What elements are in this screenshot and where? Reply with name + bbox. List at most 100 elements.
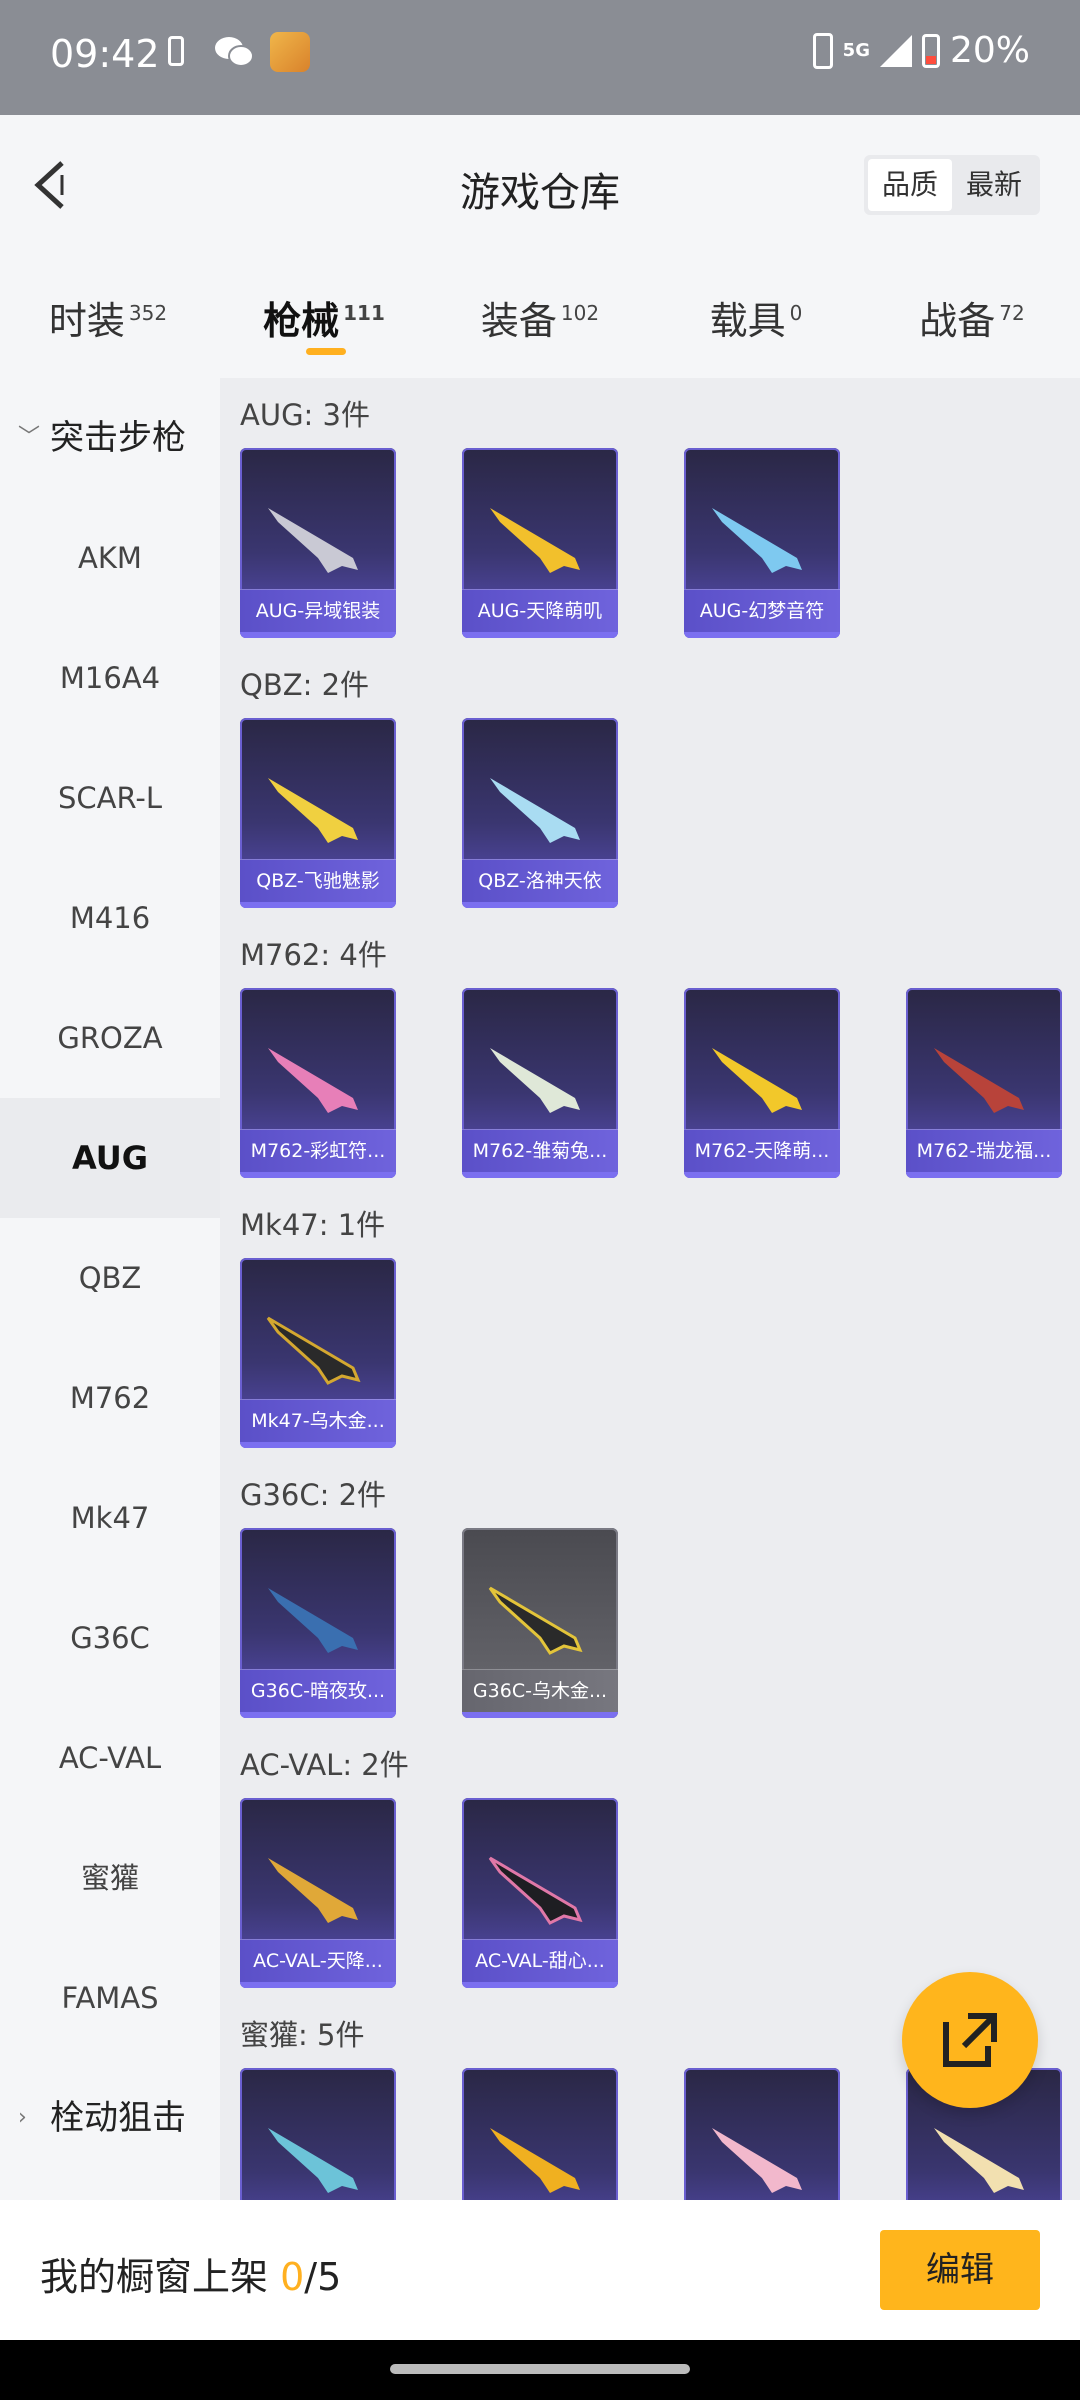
sidebar-item-ac-val[interactable]: AC-VAL bbox=[0, 1698, 220, 1818]
skin-name: AUG-异域银装 bbox=[240, 589, 396, 632]
gun-image bbox=[488, 1586, 583, 1655]
group-title-mk47: Mk47: 1件 bbox=[240, 1208, 386, 1242]
sidebar-item-honey-badger[interactable]: 蜜獾 bbox=[0, 1818, 220, 1938]
sort-toggle: 品质 最新 bbox=[863, 155, 1040, 215]
skin-card[interactable] bbox=[462, 2068, 618, 2200]
tab-equipment[interactable]: 装备 102 bbox=[440, 260, 640, 378]
share-button[interactable] bbox=[902, 1972, 1038, 2108]
skin-name: M762-雏菊兔... bbox=[462, 1129, 618, 1172]
sort-quality[interactable]: 品质 bbox=[867, 159, 952, 211]
skin-card[interactable]: AUG-幻梦音符 bbox=[684, 448, 840, 638]
gun-image bbox=[268, 778, 358, 843]
group-title-honey-badger: 蜜獾: 5件 bbox=[240, 2018, 365, 2052]
chevron-down-icon: ﹀ bbox=[18, 425, 41, 450]
gun-image bbox=[268, 1858, 358, 1923]
skin-name: G36C-乌木金... bbox=[462, 1669, 618, 1712]
skin-card[interactable]: M762-瑞龙福... bbox=[906, 988, 1062, 1178]
skin-card[interactable]: M762-天降萌... bbox=[684, 988, 840, 1178]
gun-image bbox=[266, 1316, 361, 1385]
skin-card[interactable]: AC-VAL-天降... bbox=[240, 1798, 396, 1988]
skin-card[interactable] bbox=[240, 2068, 396, 2200]
active-tab-indicator bbox=[306, 348, 346, 355]
skin-name: G36C-暗夜玫... bbox=[240, 1669, 396, 1712]
group-title-ac-val: AC-VAL: 2件 bbox=[240, 1748, 409, 1782]
skin-card[interactable]: AUG-天降萌叽 bbox=[462, 448, 618, 638]
tab-vehicles[interactable]: 载具 0 bbox=[656, 260, 856, 378]
share-icon bbox=[943, 2013, 997, 2067]
sidebar-item-famas[interactable]: FAMAS bbox=[0, 1938, 220, 2058]
signal-icon bbox=[879, 34, 912, 67]
system-nav-bar bbox=[0, 2340, 1080, 2400]
wechat-icon bbox=[214, 34, 254, 74]
skin-card[interactable]: G36C-暗夜玫... bbox=[240, 1528, 396, 1718]
bottom-bar: 我的橱窗上架 0/5 编辑 bbox=[0, 2200, 1080, 2340]
gun-image bbox=[268, 508, 358, 573]
sidebar-item-mk47[interactable]: Mk47 bbox=[0, 1458, 220, 1578]
skin-card[interactable]: M762-彩虹符... bbox=[240, 988, 396, 1178]
skin-card[interactable]: Mk47-乌木金... bbox=[240, 1258, 396, 1448]
skin-card[interactable] bbox=[684, 2068, 840, 2200]
group-title-qbz: QBZ: 2件 bbox=[240, 668, 370, 702]
header: 游戏仓库 品质 最新 bbox=[0, 115, 1080, 260]
sidebar-item-groza[interactable]: GROZA bbox=[0, 978, 220, 1098]
status-right: 5G 20% bbox=[812, 30, 1030, 71]
gun-image bbox=[712, 1048, 802, 1113]
skin-card[interactable]: M762-雏菊兔... bbox=[462, 988, 618, 1178]
gun-image bbox=[488, 1856, 583, 1925]
skin-name: AUG-天降萌叽 bbox=[462, 589, 618, 632]
sidebar-item-m762[interactable]: M762 bbox=[0, 1338, 220, 1458]
gun-image bbox=[490, 778, 580, 843]
sort-latest[interactable]: 最新 bbox=[952, 159, 1036, 211]
shelf-status: 我的橱窗上架 0/5 bbox=[40, 2255, 342, 2299]
edit-button[interactable]: 编辑 bbox=[880, 2230, 1040, 2310]
app-notification-icon bbox=[270, 32, 310, 72]
group-title-g36c: G36C: 2件 bbox=[240, 1478, 387, 1512]
sidebar-item-m16a4[interactable]: M16A4 bbox=[0, 618, 220, 738]
skin-card[interactable]: QBZ-洛神天依 bbox=[462, 718, 618, 908]
skin-name: AC-VAL-甜心... bbox=[462, 1939, 618, 1982]
battery-icon bbox=[921, 33, 940, 68]
chevron-right-icon: › bbox=[18, 2105, 27, 2130]
skin-card[interactable]: QBZ-飞驰魅影 bbox=[240, 718, 396, 908]
sidebar-item-aug[interactable]: AUG bbox=[0, 1098, 220, 1218]
sidebar-item-akm[interactable]: AKM bbox=[0, 498, 220, 618]
category-tabs: 时装 352 枪械 111 装备 102 载具 0 战备 72 bbox=[0, 260, 1080, 378]
weapon-grid: AUG: 3件 AUG-异域银装 AUG-天降萌叽 AUG-幻梦音符 QBZ: … bbox=[220, 378, 1080, 2200]
weapon-sidebar: ﹀ 突击步枪 AKM M16A4 SCAR-L M416 GROZA AUG Q… bbox=[0, 378, 220, 2200]
skin-name: M762-天降萌... bbox=[684, 1129, 840, 1172]
skin-name: M762-彩虹符... bbox=[240, 1129, 396, 1172]
sidebar-item-scar-l[interactable]: SCAR-L bbox=[0, 738, 220, 858]
skin-card[interactable]: G36C-乌木金... bbox=[462, 1528, 618, 1718]
gun-image bbox=[934, 1048, 1024, 1113]
skin-card[interactable]: AC-VAL-甜心... bbox=[462, 1798, 618, 1988]
sidebar-item-m416[interactable]: M416 bbox=[0, 858, 220, 978]
skin-card[interactable]: AUG-异域银装 bbox=[240, 448, 396, 638]
network-type: 5G bbox=[842, 39, 870, 61]
status-bar: 09:42 5G 20% bbox=[0, 0, 1080, 115]
tab-weapons[interactable]: 枪械 111 bbox=[224, 260, 424, 378]
battery-small-icon bbox=[168, 36, 184, 66]
home-gesture-pill[interactable] bbox=[390, 2364, 690, 2374]
sidebar-group-bolt-snipers[interactable]: › 栓动狙击 bbox=[0, 2058, 220, 2178]
skin-name: AC-VAL-天降... bbox=[240, 1939, 396, 1982]
gun-image bbox=[268, 2128, 358, 2193]
sidebar-item-g36c[interactable]: G36C bbox=[0, 1578, 220, 1698]
sidebar-item-qbz[interactable]: QBZ bbox=[0, 1218, 220, 1338]
shelf-total: /5 bbox=[304, 2255, 342, 2299]
skin-name: QBZ-洛神天依 bbox=[462, 859, 618, 902]
tab-supplies[interactable]: 战备 72 bbox=[872, 260, 1072, 378]
gun-image bbox=[934, 2128, 1024, 2193]
tab-fashion[interactable]: 时装 352 bbox=[8, 260, 208, 378]
gun-image bbox=[490, 1048, 580, 1113]
skin-name: QBZ-飞驰魅影 bbox=[240, 859, 396, 902]
gun-image bbox=[712, 508, 802, 573]
skin-name: AUG-幻梦音符 bbox=[684, 589, 840, 632]
gun-image bbox=[490, 2128, 580, 2193]
shelf-current: 0 bbox=[280, 2255, 305, 2299]
battery-level: 20% bbox=[949, 30, 1030, 71]
group-title-m762: M762: 4件 bbox=[240, 938, 387, 972]
sidebar-group-assault-rifles[interactable]: ﹀ 突击步枪 bbox=[0, 378, 220, 498]
skin-name: M762-瑞龙福... bbox=[906, 1129, 1062, 1172]
group-title-aug: AUG: 3件 bbox=[240, 398, 370, 432]
sim-icon bbox=[812, 32, 833, 69]
